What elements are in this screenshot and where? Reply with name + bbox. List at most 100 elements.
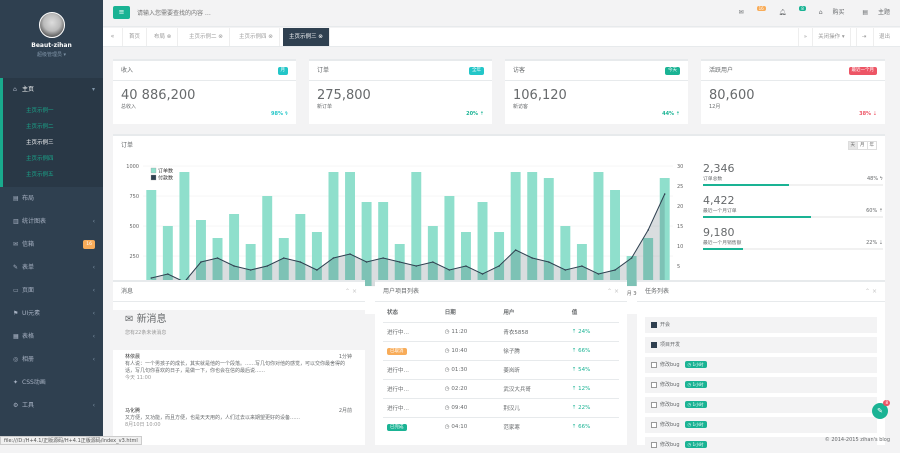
chart-point: [481, 273, 484, 275]
sidebar-subitem-5[interactable]: 主页示例五: [3, 167, 103, 183]
mail-icon: ✉: [13, 241, 19, 248]
row-status: 进行中…: [383, 397, 441, 417]
tab-home[interactable]: 首页: [123, 28, 148, 46]
sidebar-item-forms[interactable]: ✎ 表单 ‹: [0, 256, 103, 279]
chevron-left-icon: ‹: [92, 218, 95, 225]
chart-point: [167, 273, 169, 275]
exit-button[interactable]: ⇥ 退出: [849, 28, 900, 46]
task-checkbox[interactable]: [651, 421, 657, 428]
sidebar-item-label: 信箱: [22, 241, 35, 248]
collapse-icon[interactable]: ⌃: [345, 288, 350, 295]
projects-table: 状态 日期 用户 值 进行中… ◷ 11:20 青衣5858 ⇡ 24% 已取消 ◷ 10…: [383, 302, 619, 436]
mail-button[interactable]: ✉ 16: [731, 6, 766, 16]
search-input[interactable]: [137, 8, 287, 19]
task-label: 修改bug: [660, 382, 680, 388]
close-icon[interactable]: ⊗: [268, 34, 273, 40]
close-icon[interactable]: ⊗: [318, 34, 323, 40]
task-item[interactable]: 修改bug ◷ 1小时: [645, 357, 877, 373]
close-icon[interactable]: ⊗: [218, 34, 223, 40]
tabs-scroll-right-button[interactable]: »: [797, 28, 812, 46]
message-item[interactable]: 林依晨 1分钟 有人说：一个男孩子的成长，其实就是他的一个段落。……写几句你对他…: [125, 354, 352, 382]
chart-point: [233, 265, 235, 267]
sidebar-item-tools[interactable]: ⚙ 工具 ‹: [0, 394, 103, 417]
close-icon[interactable]: ×: [352, 288, 357, 295]
chart-point: [316, 269, 318, 271]
bell-badge: 8: [799, 6, 806, 11]
y-left-tick-label: 1000: [126, 164, 139, 170]
profile-role-dropdown[interactable]: 超级管理员 ▾: [0, 51, 103, 58]
collapse-icon[interactable]: ⌃: [607, 288, 612, 295]
chat-float-button[interactable]: ✎ 8: [872, 400, 890, 419]
sidebar-item-layout[interactable]: ▤ 布局: [0, 187, 103, 210]
collapse-icon[interactable]: ⌃: [865, 288, 870, 295]
sidebar-item-home[interactable]: ⌂ 主页 ▾: [0, 78, 103, 101]
message-item[interactable]: 马化腾 2月前 又方便，又功能，而且方便，也是天天用的，人们过去以来期望更好的设…: [125, 408, 352, 429]
sidebar-subitem-3[interactable]: 主页示例三: [3, 135, 103, 151]
row-status: 已完成: [383, 416, 441, 436]
table-row[interactable]: 进行中… ◷ 11:20 青衣5858 ⇡ 24%: [383, 321, 619, 341]
sidebar-item-pages[interactable]: ▭ 页面 ‹: [0, 279, 103, 302]
chevron-left-icon: ‹: [92, 356, 95, 363]
y-right-tick-label: 5: [677, 264, 680, 270]
close-icon[interactable]: ×: [872, 288, 877, 295]
sidebar-item-label: CSS动画: [22, 379, 46, 386]
chart-point: [614, 269, 616, 271]
tab-home-4[interactable]: 主页示例四 ⊗: [233, 28, 280, 46]
tab-layout[interactable]: 布局 ⊗: [148, 28, 179, 46]
legend-swatch: [150, 174, 157, 181]
task-item[interactable]: 修改bug ◷ 1小时: [645, 417, 877, 433]
kpi-item: 4,422 最近一个月订单 60% ⇡: [703, 194, 883, 218]
buy-link[interactable]: ⌂ 购买: [811, 9, 845, 16]
task-item[interactable]: 修改bug ◷ 1小时: [645, 397, 877, 413]
sidebar-subitem-1[interactable]: 主页示例一: [3, 103, 103, 119]
task-item[interactable]: 开会: [645, 317, 877, 333]
close-icon[interactable]: ×: [614, 288, 619, 295]
y-right-tick-label: 25: [677, 184, 683, 190]
sidebar-item-ui[interactable]: ⚑ UI元素 ‹: [0, 302, 103, 325]
row-value: ⇡ 54%: [567, 359, 619, 379]
table-row[interactable]: 进行中… ◷ 02:20 武汉大兵哥 ⇡ 12%: [383, 378, 619, 398]
task-label: 修改bug: [660, 442, 680, 448]
table-row[interactable]: 已取消 ◷ 10:40 徐子腾 ⇡ 66%: [383, 340, 619, 360]
sidebar-item-css-animation[interactable]: ✦ CSS动画: [0, 371, 103, 394]
sidebar-subitem-4[interactable]: 主页示例四: [3, 151, 103, 167]
task-checkbox[interactable]: [651, 401, 657, 408]
sidebar-item-mailbox[interactable]: ✉ 信箱 16: [0, 233, 103, 256]
period-year-button[interactable]: 年: [866, 141, 877, 150]
stat-percent: 38% ⇣: [859, 111, 877, 117]
tab-home-3[interactable]: 主页示例三 ⊗: [283, 28, 330, 46]
sidebar-subitem-2[interactable]: 主页示例二: [3, 119, 103, 135]
tabs-scroll-left-button[interactable]: «: [103, 28, 123, 46]
menu-toggle-button[interactable]: ≡: [113, 6, 130, 19]
table-row[interactable]: 进行中… ◷ 01:30 姜岚昕 ⇡ 54%: [383, 359, 619, 379]
task-checkbox[interactable]: [651, 361, 657, 368]
task-checkbox[interactable]: [651, 321, 657, 328]
envelope-icon: ✉: [125, 314, 137, 325]
avatar[interactable]: [38, 12, 65, 38]
kpi-progress-fill: [703, 184, 790, 186]
table-row[interactable]: 已完成 ◷ 04:10 范家寒 ⇡ 66%: [383, 416, 619, 436]
picture-icon: ◎: [13, 356, 19, 363]
task-checkbox[interactable]: [651, 341, 657, 348]
task-item[interactable]: 项目开发: [645, 337, 877, 353]
theme-link[interactable]: ▤ 主题: [854, 9, 890, 16]
task-item[interactable]: 修改bug ◷ 1小时: [645, 377, 877, 393]
tab-home-2[interactable]: 主页示例二 ⊗: [183, 28, 230, 46]
chart-point: [200, 261, 202, 263]
sidebar-item-gallery[interactable]: ◎ 相册 ‹: [0, 348, 103, 371]
chevron-down-icon: ▾: [91, 86, 95, 93]
close-icon[interactable]: ⊗: [167, 34, 172, 40]
kpi-percent: 22% ⇣: [866, 240, 883, 246]
sidebar-item-charts[interactable]: ▥ 统计图表 ‹: [0, 210, 103, 233]
sidebar: Beaut-zihan 超级管理员 ▾ ⌂ 主页 ▾ 主页示例一 主页示例二 主页…: [0, 0, 103, 445]
kpi-label: 最近一个月订单: [703, 209, 737, 214]
task-checkbox[interactable]: [651, 381, 657, 388]
stat-card-income: 收入 月 40 886,200 总收入 98% ϟ: [113, 59, 296, 124]
sidebar-item-tables[interactable]: ▦ 表格 ‹: [0, 325, 103, 348]
chart-point: [332, 257, 335, 259]
chevron-left-icon: ‹: [92, 287, 95, 294]
notification-button[interactable]: 🔔︎ 8: [771, 6, 806, 16]
close-tabs-dropdown[interactable]: 关闭操作 ▾: [812, 28, 850, 46]
table-row[interactable]: 进行中… ◷ 09:40 荆汉儿 ⇡ 22%: [383, 397, 619, 417]
chart-bar: [146, 190, 157, 286]
